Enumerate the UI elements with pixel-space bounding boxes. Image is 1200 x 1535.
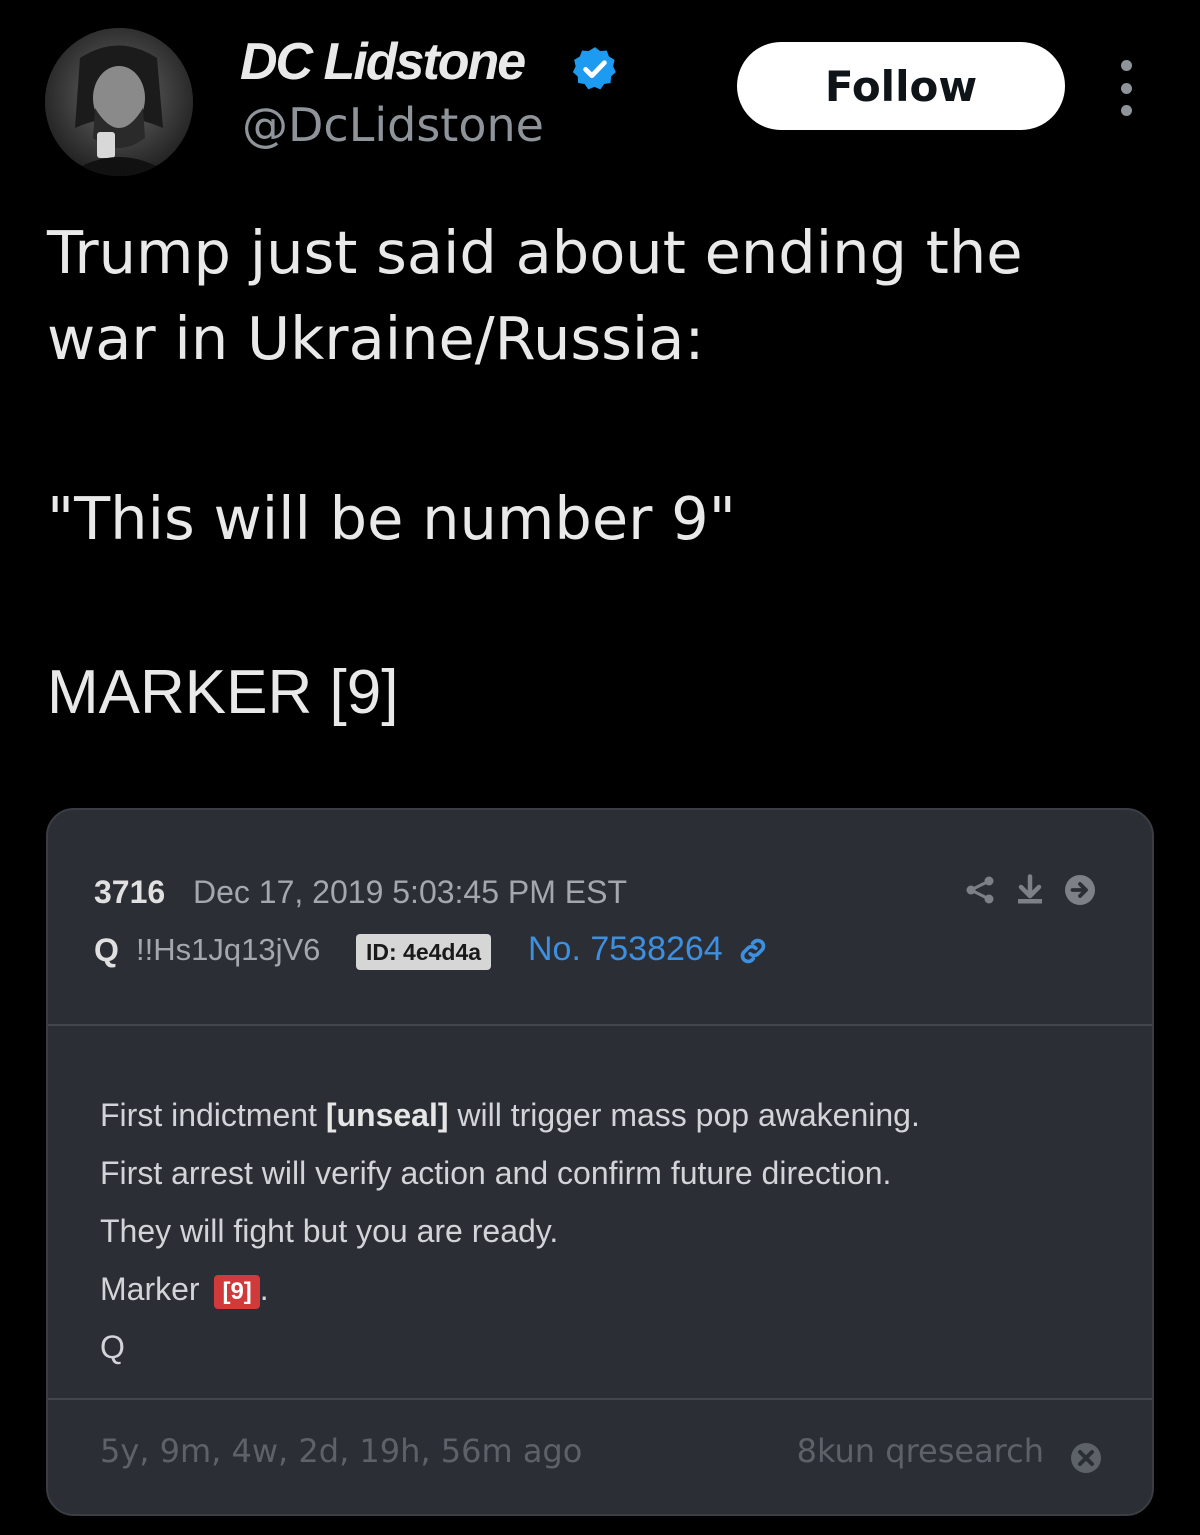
verified-badge-icon xyxy=(572,47,616,90)
share-icon[interactable] xyxy=(962,872,998,908)
post-date: Dec 17, 2019 5:03:45 PM EST xyxy=(193,874,628,910)
post-body-text: will trigger mass pop awakening. xyxy=(448,1097,920,1133)
post-body-text: Marker xyxy=(100,1271,209,1307)
avatar[interactable] xyxy=(45,28,193,176)
author-handle[interactable]: @DcLidstone xyxy=(242,98,544,152)
post-header: 3716 Dec 17, 2019 5:03:45 PM EST Q !!Hs1… xyxy=(48,810,1152,1026)
post-number: 3716 xyxy=(94,874,166,910)
post-tripcode: !!Hs1Jq13jV6 xyxy=(136,932,321,967)
post-signature: Q xyxy=(100,1329,125,1365)
post-id-badge[interactable]: ID: 4e4d4a xyxy=(356,934,492,970)
tweet-page: DC Lidstone @DcLidstone Follow Trump jus… xyxy=(0,0,1200,1535)
post-body-line: First indictment [unseal] will trigger m… xyxy=(100,1086,920,1144)
post-body-line: They will fight but you are ready. xyxy=(100,1213,559,1249)
marker-badge: [9] xyxy=(214,1274,260,1309)
close-icon[interactable] xyxy=(1068,1440,1104,1476)
post-body: First indictment [unseal] will trigger m… xyxy=(100,1086,920,1376)
post-number-link[interactable]: No. 7538264 xyxy=(528,930,723,969)
embedded-post-card[interactable]: 3716 Dec 17, 2019 5:03:45 PM EST Q !!Hs1… xyxy=(46,808,1154,1516)
more-vertical-icon[interactable] xyxy=(1108,60,1144,116)
follow-button[interactable]: Follow xyxy=(737,42,1065,130)
post-body-text: . xyxy=(259,1271,269,1307)
post-actions xyxy=(962,872,1098,908)
post-body-line: First arrest will verify action and conf… xyxy=(100,1155,892,1191)
tweet-text-line: Trump just said about ending the xyxy=(47,218,1023,287)
author-display-name[interactable]: DC Lidstone xyxy=(240,32,526,92)
unseal-text: [unseal] xyxy=(325,1097,449,1133)
tweet-text-line: war in Ukraine/Russia: xyxy=(47,304,705,373)
post-time-ago: 5y, 9m, 4w, 2d, 19h, 56m ago xyxy=(100,1432,583,1470)
tweet-text-quote: "This will be number 9" xyxy=(47,484,736,553)
post-author: Q xyxy=(94,932,119,968)
post-source[interactable]: 8kun qresearch xyxy=(797,1432,1044,1470)
post-body-text: First indictment xyxy=(100,1097,326,1133)
download-icon[interactable] xyxy=(1012,872,1048,908)
link-icon[interactable] xyxy=(736,934,770,968)
avatar-photo-icon xyxy=(45,28,193,176)
post-footer: 5y, 9m, 4w, 2d, 19h, 56m ago 8kun qresea… xyxy=(48,1398,1152,1514)
tweet-text-marker: MARKER [9] xyxy=(47,658,399,727)
arrow-right-circle-icon[interactable] xyxy=(1062,872,1098,908)
post-body-line: Marker [9]. xyxy=(100,1260,920,1318)
